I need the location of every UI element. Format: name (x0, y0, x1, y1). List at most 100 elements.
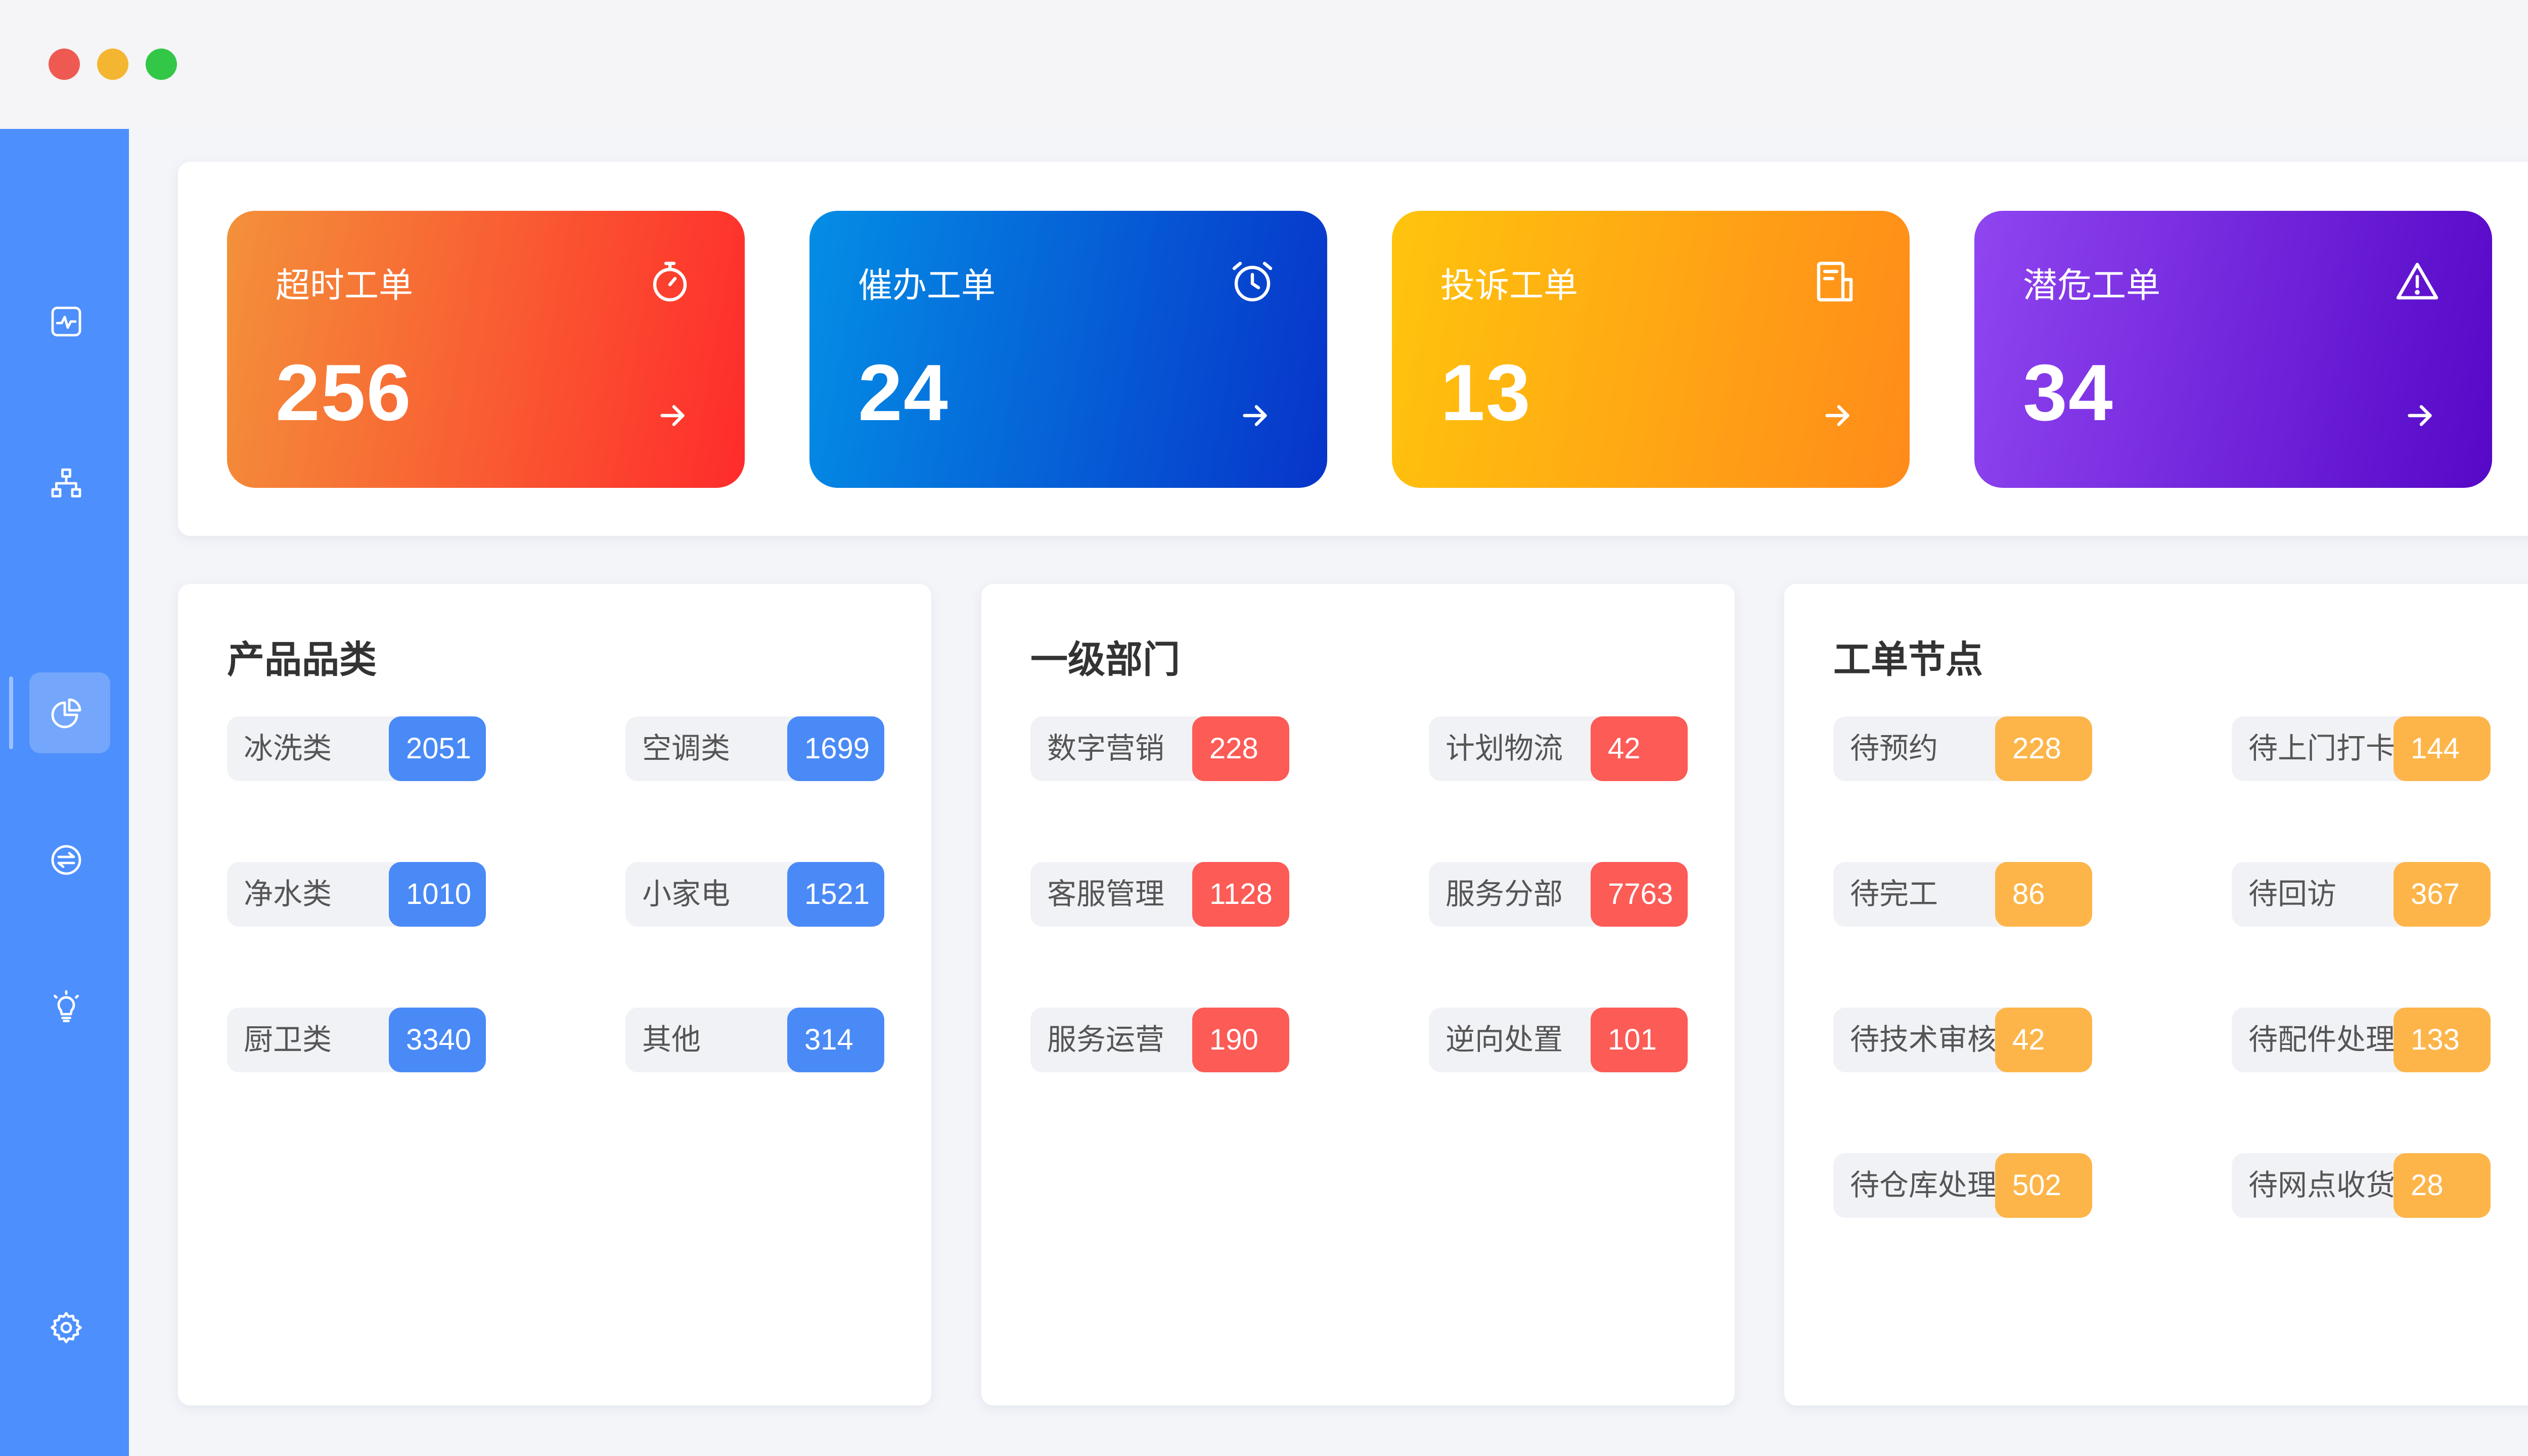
sidebar-item-ideas[interactable] (0, 966, 129, 1046)
tag-label: 待技术审核 (1850, 1023, 1997, 1056)
sidebar-item-statistics[interactable] (0, 672, 129, 753)
stat-card-hazard[interactable]: 潜危工单 34 (1974, 211, 2492, 488)
tag-label: 空调类 (642, 732, 731, 765)
stat-title: 潜危工单 (2023, 266, 2161, 305)
tag-value: 42 (1591, 716, 1688, 781)
panel-title: 工单节点 (1833, 639, 1983, 680)
category-tag[interactable]: 空调类 1699 (625, 716, 884, 781)
panel-title: 一级部门 (1030, 639, 1180, 680)
node-tag[interactable]: 待技术审核 42 (1833, 1008, 2092, 1072)
sidebar-item-monitor[interactable] (0, 281, 129, 361)
tag-value: 314 (787, 1008, 884, 1072)
category-tag[interactable]: 冰洗类 2051 (227, 716, 486, 781)
transfer-icon (51, 845, 81, 875)
node-tag[interactable]: 待网点收货 28 (2232, 1153, 2491, 1218)
tag-label: 净水类 (244, 878, 332, 911)
sidebar-item-organization[interactable] (0, 442, 129, 523)
tag-label: 计划物流 (1446, 732, 1563, 765)
product-category-panel: 产品品类 冰洗类 2051 空调类 1699 净水类 1010 小家电 1521 厨卫类… (178, 584, 931, 1405)
tag-value: 144 (2394, 716, 2491, 781)
sidebar (0, 129, 129, 1456)
stat-value: 34 (2023, 348, 2114, 437)
category-tag[interactable]: 其他 314 (625, 1008, 884, 1072)
tag-label: 待网点收货 (2248, 1169, 2396, 1202)
tag-label: 待回访 (2248, 878, 2337, 911)
stat-value: 13 (1440, 348, 1531, 437)
sidebar-item-transfer[interactable] (0, 819, 129, 900)
minimize-window-button[interactable] (97, 49, 128, 80)
node-tag[interactable]: 待预约 228 (1833, 716, 2092, 781)
tag-value: 228 (1995, 716, 2092, 781)
stats-panel: 超时工单 256 催办工单 24 投诉工单 13 潜危工单 34 (178, 162, 2528, 536)
pie-chart-icon (51, 698, 81, 729)
tag-label: 服务分部 (1446, 878, 1563, 911)
tag-value: 7763 (1591, 862, 1688, 927)
node-tag[interactable]: 待仓库处理 502 (1833, 1153, 2092, 1218)
stat-card-overdue[interactable]: 超时工单 256 (227, 211, 745, 488)
tag-value: 1010 (389, 862, 486, 927)
category-tag[interactable]: 厨卫类 3340 (227, 1008, 486, 1072)
tag-value: 1521 (787, 862, 884, 927)
tag-value: 190 (1192, 1008, 1289, 1072)
tag-value: 3340 (389, 1008, 486, 1072)
active-indicator (9, 676, 13, 749)
tag-label: 待仓库处理 (1850, 1169, 1997, 1202)
tag-label: 客服管理 (1047, 878, 1165, 911)
window-titlebar (0, 0, 2528, 129)
close-window-button[interactable] (49, 49, 80, 80)
tag-value: 86 (1995, 862, 2092, 927)
arrow-right-icon[interactable] (655, 398, 690, 433)
tag-label: 逆向处置 (1446, 1023, 1563, 1056)
tag-label: 待完工 (1850, 878, 1938, 911)
panel-title: 产品品类 (227, 639, 377, 680)
tag-value: 133 (2394, 1008, 2491, 1072)
department-tag[interactable]: 计划物流 42 (1429, 716, 1688, 781)
alarm-clock-icon (1232, 261, 1273, 302)
maximize-window-button[interactable] (146, 49, 177, 80)
category-tag[interactable]: 净水类 1010 (227, 862, 486, 927)
department-panel: 一级部门 数字营销 228 计划物流 42 客服管理 1128 服务分部 7763 服务… (981, 584, 1735, 1405)
department-tag[interactable]: 服务运营 190 (1030, 1008, 1289, 1072)
monitor-pulse-icon (51, 306, 81, 337)
stat-card-urged[interactable]: 催办工单 24 (809, 211, 1327, 488)
tag-label: 待配件处理 (2248, 1023, 2396, 1056)
stat-title: 催办工单 (858, 266, 996, 305)
stat-card-complaints[interactable]: 投诉工单 13 (1392, 211, 1910, 488)
stopwatch-icon (653, 261, 687, 302)
tag-value: 28 (2394, 1153, 2491, 1218)
tag-value: 502 (1995, 1153, 2092, 1218)
category-tag[interactable]: 小家电 1521 (625, 862, 884, 927)
node-tag[interactable]: 待完工 86 (1833, 862, 2092, 927)
tag-value: 1128 (1192, 862, 1289, 927)
stat-value: 24 (858, 348, 949, 437)
org-chart-icon (51, 468, 81, 497)
tag-value: 228 (1192, 716, 1289, 781)
tag-value: 367 (2394, 862, 2491, 927)
tag-value: 42 (1995, 1008, 2092, 1072)
tag-label: 厨卫类 (244, 1023, 332, 1056)
department-tag[interactable]: 逆向处置 101 (1429, 1008, 1688, 1072)
tag-value: 1699 (787, 716, 884, 781)
sidebar-item-settings[interactable] (0, 1287, 129, 1368)
tag-label: 冰洗类 (244, 732, 332, 765)
tag-value: 101 (1591, 1008, 1688, 1072)
tag-label: 服务运营 (1047, 1023, 1165, 1056)
tag-label: 待上门打卡 (2248, 732, 2396, 765)
department-tag[interactable]: 服务分部 7763 (1429, 862, 1688, 927)
arrow-right-icon[interactable] (1820, 398, 1855, 433)
tag-label: 小家电 (642, 878, 731, 911)
department-tag[interactable]: 客服管理 1128 (1030, 862, 1289, 927)
node-tag[interactable]: 待配件处理 133 (2232, 1008, 2491, 1072)
arrow-right-icon[interactable] (1237, 398, 1273, 433)
stat-title: 投诉工单 (1440, 266, 1578, 305)
warning-icon (2396, 262, 2439, 300)
node-tag[interactable]: 待回访 367 (2232, 862, 2491, 927)
main-content: 超时工单 256 催办工单 24 投诉工单 13 潜危工单 34 产品品类 冰洗… (129, 129, 2528, 1456)
tag-label: 待预约 (1850, 732, 1938, 765)
node-tag[interactable]: 待上门打卡 144 (2232, 716, 2491, 781)
department-tag[interactable]: 数字营销 228 (1030, 716, 1289, 781)
tag-label: 其他 (642, 1023, 701, 1056)
tag-value: 2051 (389, 716, 486, 781)
arrow-right-icon[interactable] (2402, 398, 2437, 433)
stat-value: 256 (276, 348, 412, 437)
